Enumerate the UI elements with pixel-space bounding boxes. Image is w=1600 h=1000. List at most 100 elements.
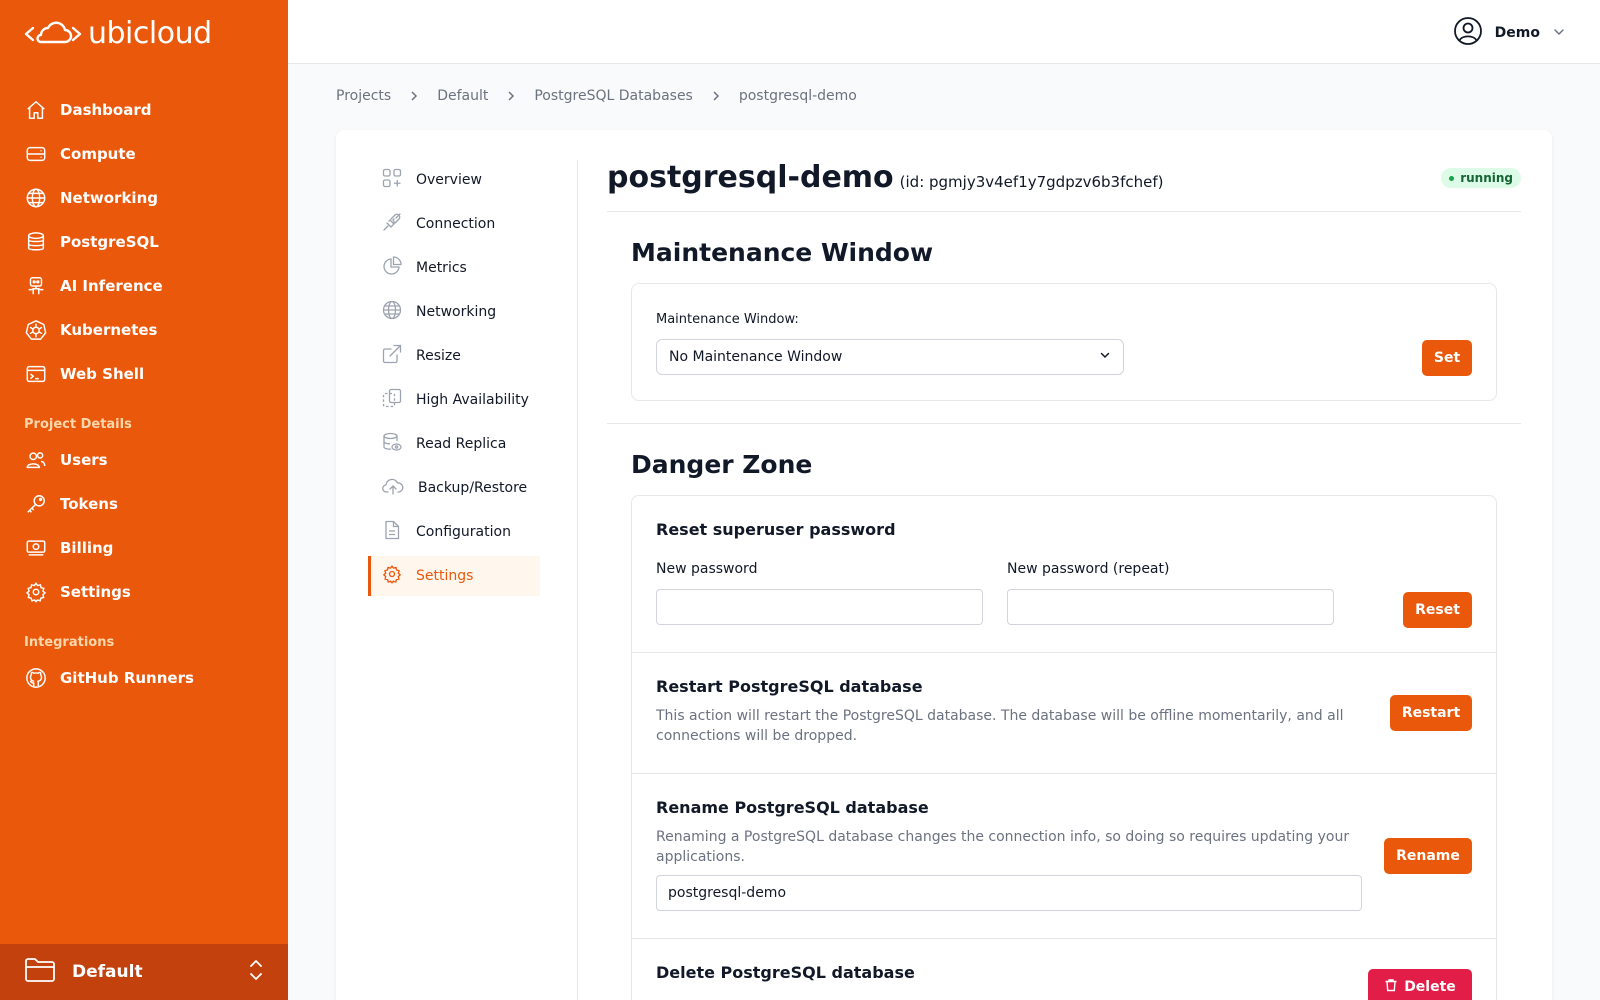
danger-zone-box: Reset superuser password New password Ne… [631, 495, 1497, 1000]
subnav-label: Overview [416, 172, 482, 188]
subnav-high-availability[interactable]: High Availability [368, 380, 540, 420]
home-icon [24, 98, 48, 122]
chevron-down-icon [1552, 24, 1566, 43]
breadcrumb-default[interactable]: Default [437, 88, 488, 104]
page-title: postgresql-demo [607, 160, 894, 195]
danger-zone-section: Danger Zone Reset superuser password New… [607, 450, 1521, 1000]
sidebar-item-kubernetes[interactable]: Kubernetes [24, 308, 264, 352]
section-divider [607, 423, 1521, 424]
sidebar-item-label: Settings [60, 583, 131, 601]
database-icon [24, 230, 48, 254]
sidebar-item-label: PostgreSQL [60, 233, 159, 251]
maintenance-window-select[interactable]: No Maintenance Window [656, 339, 1124, 375]
subnav-label: Metrics [416, 260, 467, 276]
external-link-icon [382, 344, 402, 368]
terminal-icon [24, 362, 48, 386]
status-dot-icon [1449, 175, 1455, 181]
maintenance-section: Maintenance Window Maintenance Window: N… [607, 238, 1521, 401]
duplicate-icon [382, 388, 402, 412]
maintenance-selected: No Maintenance Window [669, 349, 843, 365]
ubicloud-logo[interactable]: ubicloud [24, 16, 212, 51]
sidebar-item-github-runners[interactable]: GitHub Runners [24, 656, 264, 700]
cloud-logo-icon [24, 21, 82, 43]
project-switcher[interactable]: Default [0, 944, 288, 1000]
trash-icon [1384, 978, 1398, 996]
sidebar-item-ai-inference[interactable]: AI Inference [24, 264, 264, 308]
robot-icon [24, 274, 48, 298]
integrations-heading: Integrations [24, 635, 115, 650]
sidebar-item-label: Tokens [60, 495, 118, 513]
database-eye-icon [382, 432, 402, 456]
subnav-settings[interactable]: Settings [368, 556, 540, 596]
new-password-label: New password [656, 561, 758, 577]
reset-button[interactable]: Reset [1403, 592, 1472, 628]
breadcrumb: Projects Default PostgreSQL Databases po… [336, 88, 857, 104]
sidebar-item-billing[interactable]: Billing [24, 526, 264, 570]
repeat-password-input[interactable] [1007, 589, 1334, 625]
subnav-connection[interactable]: Connection [368, 204, 540, 244]
breadcrumb-projects[interactable]: Projects [336, 88, 391, 104]
sidebar-item-dashboard[interactable]: Dashboard [24, 88, 264, 132]
rename-input[interactable]: postgresql-demo [656, 875, 1362, 911]
sidebar-item-compute[interactable]: Compute [24, 132, 264, 176]
sidebar-item-tokens[interactable]: Tokens [24, 482, 264, 526]
sidebar-item-postgresql[interactable]: PostgreSQL [24, 220, 264, 264]
chevron-up-down-icon [248, 958, 264, 986]
sidebar-item-label: Users [60, 451, 108, 469]
globe-icon [24, 186, 48, 210]
user-avatar-icon [1453, 16, 1483, 50]
subnav-label: Connection [416, 216, 496, 232]
sidebar-item-label: Billing [60, 539, 114, 557]
billing-icon [24, 536, 48, 560]
subnav-label: Configuration [416, 524, 511, 540]
project-switcher-label: Default [72, 962, 143, 982]
set-button[interactable]: Set [1422, 340, 1472, 376]
topbar: Demo [288, 0, 1600, 64]
key-icon [24, 492, 48, 516]
resource-subnav: Overview Connection Metrics Networking R… [368, 160, 578, 1000]
sidebar-item-networking[interactable]: Networking [24, 176, 264, 220]
new-password-input[interactable] [656, 589, 983, 625]
resource-id: (id: pgmjy3v4ef1y7gdpzv6b3fchef) [899, 173, 1164, 191]
delete-title: Delete PostgreSQL database [656, 963, 915, 982]
users-icon [24, 448, 48, 472]
restart-row: Restart PostgreSQL database This action … [632, 653, 1496, 774]
sidebar-item-label: AI Inference [60, 277, 163, 295]
sidebar-item-label: Dashboard [60, 101, 152, 119]
sidebar-item-label: Compute [60, 145, 136, 163]
subnav-overview[interactable]: Overview [368, 160, 540, 200]
sidebar-item-settings[interactable]: Settings [24, 570, 264, 614]
subnav-read-replica[interactable]: Read Replica [368, 424, 540, 464]
project-details-heading: Project Details [24, 417, 132, 432]
subnav-resize[interactable]: Resize [368, 336, 540, 376]
reset-password-row: Reset superuser password New password Ne… [632, 496, 1496, 653]
subnav-configuration[interactable]: Configuration [368, 512, 540, 552]
user-menu[interactable]: Demo [1453, 16, 1566, 50]
kubernetes-icon [24, 318, 48, 342]
danger-zone-heading: Danger Zone [631, 450, 813, 479]
globe-icon [382, 300, 402, 324]
user-name: Demo [1494, 25, 1540, 41]
maintenance-heading: Maintenance Window [631, 238, 934, 267]
subnav-metrics[interactable]: Metrics [368, 248, 540, 288]
rename-title: Rename PostgreSQL database [656, 798, 929, 817]
server-icon [24, 142, 48, 166]
sidebar-item-users[interactable]: Users [24, 438, 264, 482]
subnav-networking[interactable]: Networking [368, 292, 540, 332]
breadcrumb-current[interactable]: postgresql-demo [739, 88, 857, 104]
restart-description: This action will restart the PostgreSQL … [656, 708, 1344, 744]
breadcrumb-postgresql-databases[interactable]: PostgreSQL Databases [534, 88, 693, 104]
subnav-backup-restore[interactable]: Backup/Restore [368, 468, 540, 508]
rename-button[interactable]: Rename [1384, 838, 1472, 874]
github-icon [24, 666, 48, 690]
delete-label: Delete [1404, 979, 1456, 995]
squares-plus-icon [382, 168, 402, 192]
sidebar-item-label: Web Shell [60, 365, 145, 383]
sidebar-item-web-shell[interactable]: Web Shell [24, 352, 264, 396]
delete-button[interactable]: Delete [1368, 969, 1472, 1000]
folder-icon [24, 956, 56, 988]
restart-button[interactable]: Restart [1390, 695, 1472, 731]
rename-description: Renaming a PostgreSQL database changes t… [656, 829, 1350, 865]
chevron-right-icon [506, 90, 516, 102]
sidebar-item-label: GitHub Runners [60, 669, 194, 687]
